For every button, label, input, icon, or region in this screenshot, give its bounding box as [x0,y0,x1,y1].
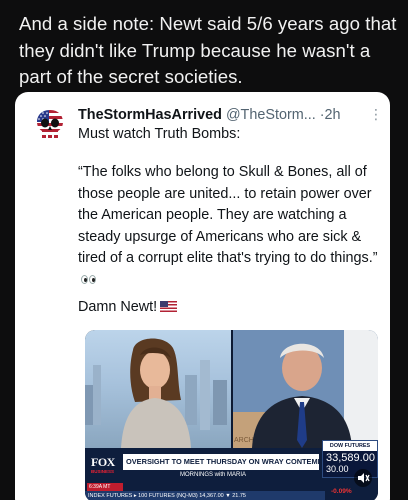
intro-text: And a side note: Newt said 5/6 years ago… [19,13,397,87]
chyron-clock: 6:39A MT [87,483,123,491]
dow-percent: -0.09% [331,488,352,495]
us-flag-icon [160,301,178,312]
background-sign-text: ARCH [234,437,254,444]
post-closing-line: Damn Newt! [78,299,178,315]
stock-ticker: INDEX FUTURES ▸ 100 FUTURES (NQ-M3) 14,3… [85,491,325,500]
author-handle[interactable]: @TheStorm... [226,107,316,123]
fox-business-logo: FOX BUSINESS [87,452,123,482]
more-vertical-icon[interactable]: ⋮ [369,107,383,121]
post-header: TheStormHasArrived @TheStorm... ·2h [78,107,378,123]
closing-text: Damn Newt! [78,299,158,315]
logo-sub: BUSINESS [91,469,115,474]
anchor-panel [85,330,232,448]
split-screen-divider [231,330,233,448]
author-name[interactable]: TheStormHasArrived [78,107,222,123]
eyes-icon [81,270,99,284]
video-thumbnail[interactable]: ARCH FOX BUSINESS OVERSIGHT TO MEET THUR… [85,330,378,500]
logo-network: FOX [91,455,115,469]
punisher-skull-flag-avatar-icon[interactable] [35,109,65,141]
volume-icon[interactable] [354,469,372,487]
dow-label: DOW FUTURES [323,441,377,451]
guest-panel: ARCH [232,330,378,448]
dow-value: 33,589.00 [326,452,375,464]
post-first-line: Must watch Truth Bombs: [78,126,241,142]
dow-change: 30.00 [326,464,349,474]
show-title: MORNINGS with MARIA [180,472,247,478]
post-quote: “The folks who belong to Skull & Bones, … [78,162,380,291]
embedded-post-card[interactable]: TheStormHasArrived @TheStorm... ·2h ⋮ Mu… [15,92,390,500]
quote-text: “The folks who belong to Skull & Bones, … [78,164,378,266]
post-time[interactable]: 2h [325,107,341,123]
chyron-headline: OVERSIGHT TO MEET THURSDAY ON WRAY CONTE… [123,454,319,470]
